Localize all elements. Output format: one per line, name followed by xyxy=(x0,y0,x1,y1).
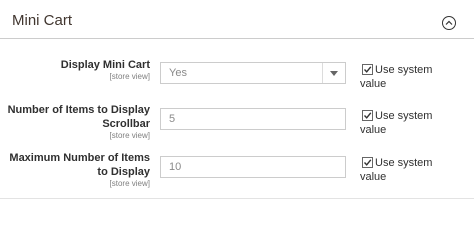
use-system-value-label[interactable]: Use system value xyxy=(360,109,460,137)
mini-cart-section-header[interactable]: Mini Cart xyxy=(0,0,474,40)
max-items-input[interactable]: 10 xyxy=(160,156,346,178)
items-scrollbar-input[interactable]: 5 xyxy=(160,108,346,130)
use-system-value-label[interactable]: Use system value xyxy=(360,156,460,184)
display-mini-cart-select[interactable]: Yes xyxy=(160,62,346,84)
field-label: Number of Items to Display Scrollbar xyxy=(7,104,150,130)
field-label: Display Mini Cart xyxy=(60,59,150,71)
select-value: Yes xyxy=(169,67,187,79)
max-items-label: Maximum Number of Items to Display [stor… xyxy=(0,151,150,189)
bottom-divider xyxy=(0,198,474,199)
display-mini-cart-label: Display Mini Cart [store view] xyxy=(61,58,150,82)
chevron-up-circle-icon[interactable] xyxy=(442,16,456,30)
chevron-down-icon xyxy=(330,71,338,76)
section-title: Mini Cart xyxy=(12,12,73,29)
scope-label: [store view] xyxy=(109,131,150,140)
select-toggle[interactable] xyxy=(322,63,345,83)
use-system-value-label[interactable]: Use system value xyxy=(360,63,460,91)
items-scrollbar-label: Number of Items to Display Scrollbar [st… xyxy=(0,103,150,141)
input-value: 10 xyxy=(169,161,182,173)
section-divider xyxy=(0,38,474,39)
input-value: 5 xyxy=(169,113,176,125)
scope-label: [store view] xyxy=(109,179,150,188)
field-label: Maximum Number of Items to Display xyxy=(9,152,150,178)
scope-label: [store view] xyxy=(109,72,150,81)
